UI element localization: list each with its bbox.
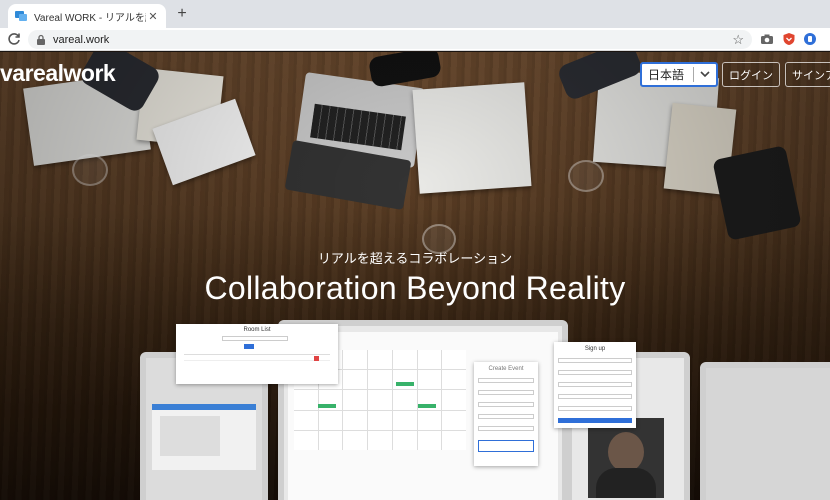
chevron-down-icon [694, 62, 716, 87]
blue-extension-icon[interactable] [803, 32, 817, 46]
browser-tab[interactable]: Vareal WORK - リアルを超えるコラボレーション ✕ [8, 4, 166, 28]
login-button[interactable]: ログイン [722, 62, 780, 87]
language-select[interactable]: 日本語 [640, 62, 718, 87]
room-list-title: Room List [243, 327, 271, 333]
new-tab-button[interactable]: + [172, 4, 192, 24]
reload-icon[interactable] [6, 31, 22, 47]
sign-up-title: Sign up [584, 346, 606, 352]
camera-extension-icon[interactable] [760, 32, 774, 46]
calendar-event-tag [318, 404, 336, 408]
vareal-favicon-icon [15, 11, 27, 21]
calendar-event-tag [396, 382, 414, 386]
hero-headline: Collaboration Beyond Reality [204, 270, 626, 306]
create-event-title: Create Event [488, 366, 524, 372]
address-url: vareal.work [53, 33, 110, 46]
sign-up-panel: Sign up [554, 342, 636, 428]
language-selected-value: 日本語 [648, 68, 685, 82]
room-list-panel: Room List [176, 324, 338, 384]
site-logo[interactable]: varealwork [0, 60, 116, 87]
signup-button[interactable]: サインア [785, 62, 830, 87]
tab-title: Vareal WORK - リアルを超えるコラボレーション [34, 12, 146, 24]
shield-extension-icon[interactable] [782, 32, 796, 46]
lock-icon [37, 34, 45, 45]
address-bar[interactable]: vareal.work ☆ [28, 30, 752, 49]
create-event-panel: Create Event [474, 362, 538, 466]
far-right-laptop-mockup [700, 362, 830, 500]
hero-section: Create Event Room List Sign up varealwor… [0, 52, 830, 500]
calendar-event-tag [418, 404, 436, 408]
bookmark-star-icon[interactable]: ☆ [732, 32, 744, 48]
browser-toolbar: vareal.work ☆ [0, 28, 830, 51]
tab-close-icon[interactable]: ✕ [146, 10, 160, 23]
hero-tagline: リアルを超えるコラボレーション [317, 251, 513, 266]
browser-tab-bar: Vareal WORK - リアルを超えるコラボレーション ✕ + [0, 0, 830, 28]
